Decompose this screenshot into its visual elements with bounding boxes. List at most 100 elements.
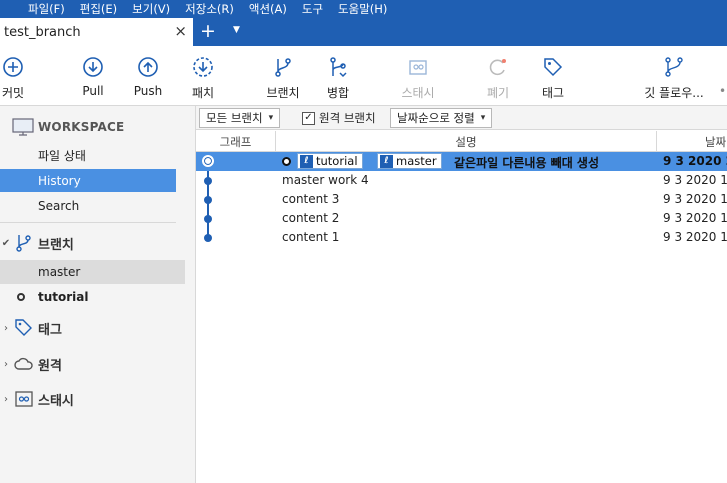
tags-group[interactable]: › 태그 — [0, 318, 62, 338]
chevron-down-icon[interactable]: ✔ — [0, 238, 12, 249]
branch-item-tutorial[interactable]: tutorial — [0, 285, 185, 309]
pull-icon — [83, 57, 103, 77]
branches-group[interactable]: ✔ 브랜치 — [0, 233, 74, 253]
chevron-right-icon[interactable]: › — [0, 394, 12, 405]
current-branch-icon — [17, 293, 25, 301]
graph-node — [204, 234, 212, 242]
sort-dropdown[interactable]: 날짜순으로 정렬 ▾ — [390, 108, 493, 128]
branch-filter-dropdown[interactable]: 모든 브랜치 ▾ — [199, 108, 281, 128]
chevron-right-icon[interactable]: › — [0, 359, 12, 370]
tab-menu-icon[interactable]: ▼ — [233, 25, 240, 35]
commit-label: 커밋 — [1, 86, 25, 100]
remotes-label: 원격 — [38, 358, 62, 374]
toolbar: 커밋 Pull Push 패치 브랜치 병합 스태시 폐기 태그 깃 플로우..… — [0, 46, 727, 106]
tag-button[interactable]: 태그 — [539, 46, 567, 106]
menu-tools[interactable]: 도구 — [302, 1, 323, 17]
new-tab-icon[interactable]: + — [200, 21, 216, 41]
menu-help[interactable]: 도움말(H) — [338, 1, 387, 17]
column-date[interactable]: 날짜 — [657, 131, 727, 152]
branch-tag-master[interactable]: ℓ master — [377, 153, 442, 169]
commit-description: content 1 — [282, 230, 340, 244]
sidebar-item-file-status[interactable]: 파일 상태 — [0, 144, 176, 167]
commit-date: 9 3 2020 16 — [663, 211, 727, 225]
commit-date: 9 3 2020 21 — [663, 154, 727, 168]
tag-label: 태그 — [541, 86, 565, 100]
commit-row[interactable]: content 2 9 3 2020 16 — [196, 209, 727, 228]
checkbox-icon[interactable]: ✓ — [302, 111, 315, 125]
commit-row[interactable]: ℓ tutorial ℓ master 같은파일 다른내용 빼대 생성 9 3 … — [196, 152, 727, 171]
remote-branches-checkbox[interactable]: ✓ 원격 브랜치 — [302, 110, 376, 126]
branch-tag-label: master — [396, 154, 437, 168]
tags-label: 태그 — [38, 322, 62, 338]
column-graph[interactable]: 그래프 — [196, 131, 276, 152]
workspace-label: WORKSPACE — [38, 120, 125, 134]
commit-list: ℓ tutorial ℓ master 같은파일 다른내용 빼대 생성 9 3 … — [196, 152, 727, 483]
branch-item-master[interactable]: master — [0, 260, 185, 284]
commit-date: 9 3 2020 16 — [663, 230, 727, 244]
stash-button[interactable]: 스태시 — [398, 46, 438, 106]
merge-label: 병합 — [326, 86, 350, 100]
commit-row[interactable]: master work 4 9 3 2020 16 — [196, 171, 727, 190]
merge-icon — [330, 57, 347, 78]
more-label: • — [718, 84, 727, 98]
graph-node — [204, 215, 212, 223]
menu-file[interactable]: 파일(F) — [28, 1, 65, 17]
commit-list-header: 그래프 설명 날짜 — [196, 131, 727, 152]
graph-node — [204, 196, 212, 204]
branch-tag-label: tutorial — [316, 154, 358, 168]
filter-bar: 모든 브랜치 ▾ ✓ 원격 브랜치 날짜순으로 정렬 ▾ — [196, 106, 727, 130]
repo-tab[interactable]: test_branch × — [0, 18, 193, 46]
remotes-group[interactable]: › 원격 — [0, 354, 62, 374]
tab-bar: test_branch × + ▼ — [0, 18, 727, 46]
chevron-down-icon: ▾ — [268, 113, 274, 123]
branch-icon — [275, 58, 291, 77]
commit-row[interactable]: content 3 9 3 2020 16 — [196, 190, 727, 209]
more-button[interactable]: • — [718, 46, 727, 106]
branch-icon: ℓ — [300, 154, 313, 168]
commit-row[interactable]: content 1 9 3 2020 16 — [196, 228, 727, 247]
column-description[interactable]: 설명 — [276, 131, 657, 152]
menu-repository[interactable]: 저장소(R) — [185, 1, 234, 17]
menu-actions[interactable]: 액션(A) — [249, 1, 287, 17]
cloud-icon — [14, 357, 33, 370]
discard-button[interactable]: 폐기 — [484, 46, 512, 106]
fetch-label: 패치 — [191, 86, 215, 100]
sidebar-item-search[interactable]: Search — [0, 194, 176, 217]
stashes-group[interactable]: › 스태시 — [0, 389, 74, 409]
chevron-right-icon[interactable]: › — [0, 323, 12, 334]
pull-button[interactable]: Pull — [78, 46, 108, 106]
commit-date: 9 3 2020 16 — [663, 173, 727, 187]
branch-filter-value: 모든 브랜치 — [206, 111, 263, 125]
commit-icon — [3, 57, 23, 77]
sidebar-item-history[interactable]: History — [0, 169, 176, 192]
push-button[interactable]: Push — [132, 46, 164, 106]
branch-label: 브랜치 — [266, 86, 300, 100]
tag-icon — [15, 319, 32, 336]
close-icon[interactable]: × — [174, 23, 187, 39]
head-indicator-icon — [282, 157, 291, 166]
commit-button[interactable]: 커밋 — [0, 46, 26, 106]
chevron-down-icon: ▾ — [480, 113, 486, 123]
workspace-header: WORKSPACE — [12, 118, 124, 136]
gitflow-button[interactable]: 깃 플로우... — [641, 46, 707, 106]
merge-button[interactable]: 병합 — [324, 46, 352, 106]
menu-bar: 파일(F) 편집(E) 보기(V) 저장소(R) 액션(A) 도구 도움말(H) — [0, 0, 727, 18]
branch-button[interactable]: 브랜치 — [265, 46, 301, 106]
gitflow-icon — [665, 57, 683, 77]
remote-branches-label: 원격 브랜치 — [319, 111, 376, 125]
branches-label: 브랜치 — [38, 237, 74, 253]
branch-tag-tutorial[interactable]: ℓ tutorial — [297, 153, 363, 169]
pull-label: Pull — [82, 84, 104, 98]
stashes-label: 스태시 — [38, 393, 74, 409]
branch-item-tutorial-label: tutorial — [38, 290, 89, 304]
graph-node — [204, 177, 212, 185]
commit-description: content 3 — [282, 192, 340, 206]
stash-icon — [409, 60, 427, 75]
commit-date: 9 3 2020 16 — [663, 192, 727, 206]
branch-icon: ℓ — [380, 154, 393, 168]
menu-view[interactable]: 보기(V) — [132, 1, 170, 17]
discard-label: 폐기 — [486, 86, 510, 100]
fetch-button[interactable]: 패치 — [188, 46, 218, 106]
menu-edit[interactable]: 편집(E) — [80, 1, 117, 17]
graph-node — [202, 155, 214, 167]
